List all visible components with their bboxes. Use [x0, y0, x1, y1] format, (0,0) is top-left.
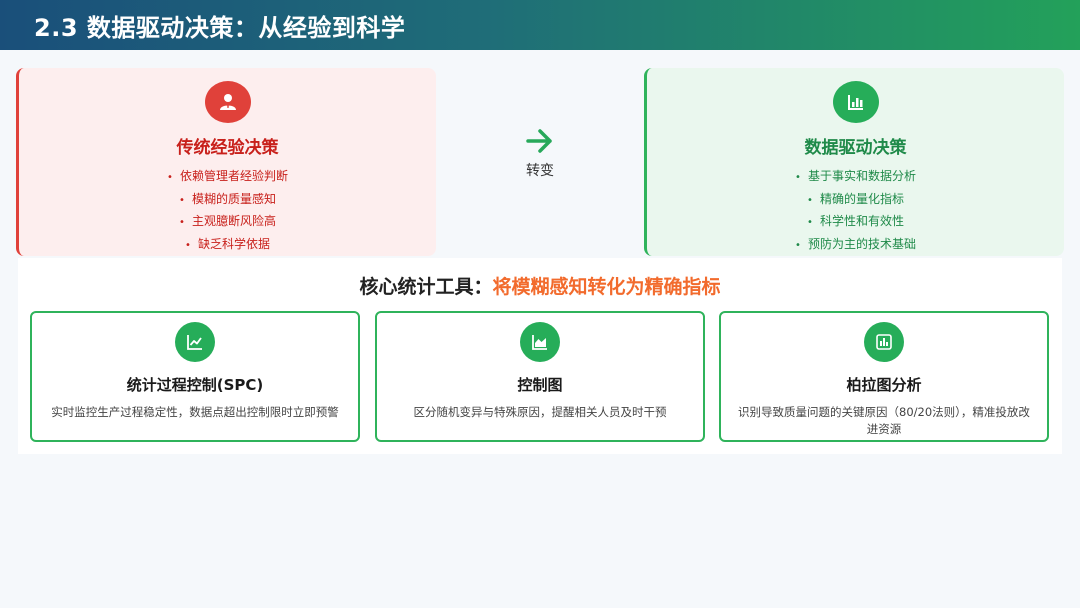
user-icon — [204, 81, 251, 123]
list-item: • 主观臆断风险高 — [179, 214, 276, 228]
page-title: 2.3 数据驱动决策：从经验到科学 — [34, 13, 406, 42]
column-chart-icon — [864, 322, 904, 362]
list-item: • 依赖管理者经验判断 — [167, 169, 288, 183]
list-item: • 基于事实和数据分析 — [795, 169, 916, 183]
traditional-decision-list: • 依赖管理者经验判断 • 模糊的质量感知 • 主观臆断风险高 • 缺乏科学依据 — [167, 166, 288, 256]
traditional-decision-card: 传统经验决策 • 依赖管理者经验判断 • 模糊的质量感知 • 主观臆断风险高 • 缺乏科… — [16, 68, 436, 256]
data-driven-decision-card: 数据驱动决策 • 基于事实和数据分析 • 精确的量化指标 • 科学性和有效性 • 预防为… — [644, 68, 1064, 256]
tool-card-control-chart: 控制图 区分随机变异与特殊原因，提醒相关人员及时干预 — [375, 311, 705, 442]
tool-title: 统计过程控制(SPC) — [126, 376, 264, 394]
list-item: • 预防为主的技术基础 — [795, 236, 916, 251]
tool-description: 区分随机变异与特殊原因，提醒相关人员及时干预 — [413, 405, 667, 419]
arrow-right-icon — [526, 129, 552, 153]
area-chart-icon — [520, 322, 560, 362]
list-item: • 缺乏科学依据 — [185, 236, 270, 251]
data-driven-decision-list: • 基于事实和数据分析 • 精确的量化指标 • 科学性和有效性 • 预防为主的技术基础 — [795, 166, 916, 256]
tool-card-pareto: 柏拉图分析 识别导致质量问题的关键原因（80/20法则），精准投放改进资源 — [719, 311, 1049, 442]
tool-description: 实时监控生产过程稳定性，数据点超出控制限时立即预警 — [51, 405, 339, 419]
tool-title: 柏拉图分析 — [846, 376, 922, 394]
transition-label: 转变 — [526, 163, 554, 179]
header-bar: 2.3 数据驱动决策：从经验到科学 — [0, 0, 1080, 50]
bar-chart-icon — [832, 81, 879, 123]
traditional-decision-title: 传统经验决策 — [176, 138, 279, 158]
line-chart-icon — [175, 322, 215, 362]
list-item: • 模糊的质量感知 — [179, 191, 276, 206]
data-driven-decision-title: 数据驱动决策 — [804, 138, 907, 158]
tools-heading-prefix: 核心统计工具： — [359, 276, 493, 298]
transition-indicator: 转变 — [500, 128, 580, 180]
tool-card-spc: 统计过程控制(SPC) 实时监控生产过程稳定性，数据点超出控制限时立即预警 — [30, 311, 360, 442]
tools-heading: 核心统计工具：将模糊感知转化为精确指标 — [18, 272, 1062, 299]
list-item: • 精确的量化指标 — [807, 191, 904, 206]
tools-heading-emphasis: 将模糊感知转化为精确指标 — [492, 276, 721, 298]
tool-description: 识别导致质量问题的关键原因（80/20法则），精准投放改进资源 — [738, 405, 1030, 436]
tool-title: 控制图 — [517, 376, 563, 394]
core-tools-panel: 核心统计工具：将模糊感知转化为精确指标 统计过程控制(SPC) 实时监控生产过程… — [18, 258, 1062, 454]
list-item: • 科学性和有效性 — [807, 214, 904, 228]
